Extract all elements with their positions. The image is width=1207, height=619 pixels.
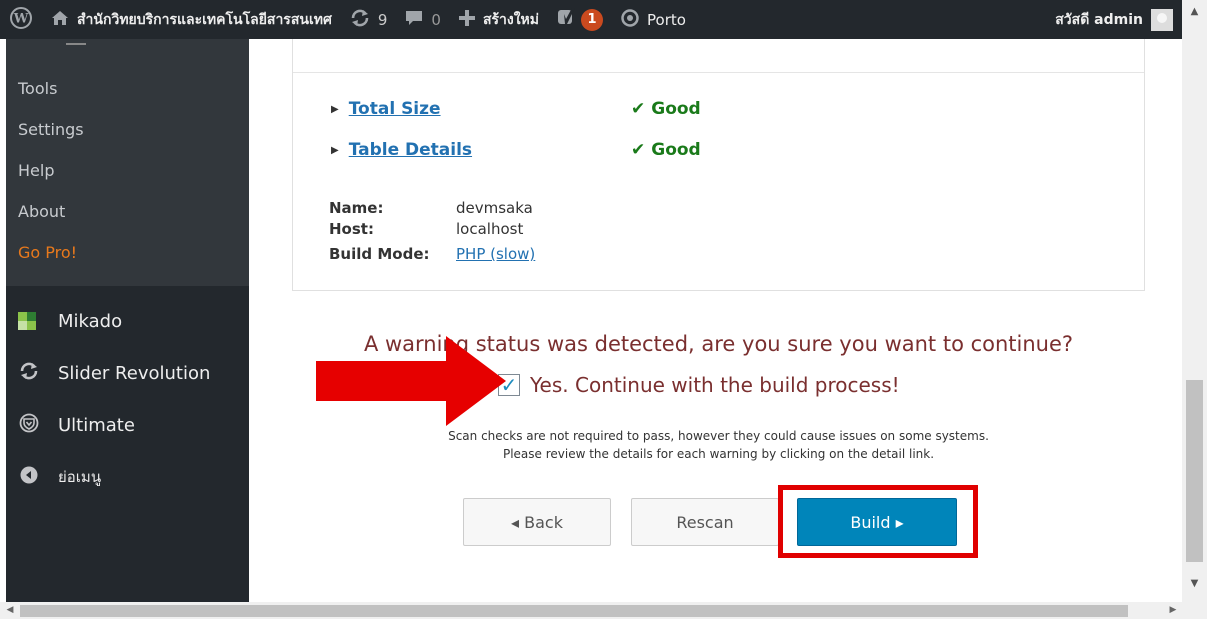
rescan-button[interactable]: Rescan <box>631 498 779 546</box>
menu-item-label: Mikado <box>58 310 123 332</box>
continue-confirmation[interactable]: ✓ Yes. Continue with the build process! <box>498 373 900 397</box>
expand-triangle-icon[interactable]: ▶ <box>331 104 339 115</box>
yoast-notification-badge: 1 <box>581 8 603 31</box>
scroll-right-icon[interactable]: ▶ <box>1164 602 1182 619</box>
annotation-arrow <box>316 336 506 430</box>
yoast-link[interactable]: 1 <box>548 0 612 39</box>
site-name-link[interactable]: สำนักวิทยบริการและเทคโนโลยีสารสนเทศ <box>42 0 341 39</box>
collapse-icon <box>18 466 40 489</box>
db-host-value: localhost <box>456 220 524 238</box>
refresh-icon <box>18 362 40 385</box>
vertical-scroll-thumb[interactable] <box>1186 380 1203 562</box>
check-status-text: Good <box>651 140 701 160</box>
scroll-up-icon[interactable]: ▲ <box>1182 6 1207 24</box>
menu-item-slider-revolution[interactable]: Slider Revolution <box>6 347 249 399</box>
db-name-row: Name: devmsaka <box>329 199 533 217</box>
yoast-icon <box>557 8 577 31</box>
collapse-menu-button[interactable]: ย่อเมนู <box>6 451 249 503</box>
circle-dot-icon <box>621 8 639 31</box>
scan-note-line: Please review the details for each warni… <box>502 447 935 461</box>
menu-item-label: ย่อเมนู <box>58 468 102 486</box>
updates-link[interactable]: 9 <box>341 0 397 39</box>
submenu-item-settings[interactable]: Settings <box>6 112 249 153</box>
horizontal-scrollbar[interactable]: ◀ ▶ <box>0 602 1182 619</box>
build-mode-row: Build Mode: PHP (slow) <box>329 245 535 263</box>
home-icon <box>51 10 69 30</box>
submenu-item-about[interactable]: About <box>6 194 249 235</box>
build-mode-link[interactable]: PHP (slow) <box>456 245 535 263</box>
check-status-text: Good <box>651 99 701 119</box>
admin-bar: W สำนักวิทยบริการและเทคโนโลยีสารสนเทศ 9 … <box>0 0 1182 39</box>
back-button[interactable]: ◂ Back <box>463 498 611 546</box>
comments-count: 0 <box>431 10 441 29</box>
checkmark-icon: ✔ <box>631 99 646 119</box>
build-button[interactable]: Build ▸ <box>797 498 957 546</box>
plus-icon <box>458 9 475 30</box>
account-menu[interactable]: สวัสดี admin <box>1046 0 1182 39</box>
check-status: ✔ Good <box>631 99 701 119</box>
shield-icon <box>18 413 40 438</box>
check-row-total-size: ▶ Total Size ✔ Good <box>331 99 701 119</box>
submenu-item-help[interactable]: Help <box>6 153 249 194</box>
comment-icon <box>405 10 423 30</box>
submenu-cutoff-item <box>66 39 86 45</box>
scan-results-panel: ▶ Total Size ✔ Good ▶ Table Details ✔ Good… <box>292 39 1145 291</box>
build-mode-label: Build Mode: <box>329 245 430 263</box>
greeting: สวัสดี admin <box>1055 11 1143 28</box>
db-name-value: devmsaka <box>456 199 533 217</box>
menu-item-label: Slider Revolution <box>58 362 211 384</box>
menu-item-ultimate[interactable]: Ultimate <box>6 399 249 451</box>
db-name-label: Name: <box>329 199 384 217</box>
check-status: ✔ Good <box>631 140 701 160</box>
db-host-label: Host: <box>329 220 374 238</box>
check-row-table-details: ▶ Table Details ✔ Good <box>331 140 701 160</box>
scan-note: Scan checks are not required to pass, ho… <box>292 427 1145 463</box>
svg-text:W: W <box>13 11 29 26</box>
db-host-row: Host: localhost <box>329 220 523 238</box>
new-content-label: สร้างใหม่ <box>482 11 539 28</box>
comments-link[interactable]: 0 <box>396 0 450 39</box>
avatar <box>1151 8 1173 31</box>
continue-checkbox-label[interactable]: Yes. Continue with the build process! <box>530 373 900 397</box>
mikado-icon <box>18 312 36 330</box>
new-content-link[interactable]: สร้างใหม่ <box>450 0 548 39</box>
scrollbar-corner <box>1182 602 1207 619</box>
submenu: Tools Settings Help About Go Pro! <box>6 39 249 286</box>
menu-item-label: Ultimate <box>58 414 135 436</box>
wordpress-logo-button[interactable]: W <box>0 0 42 39</box>
wordpress-logo-icon: W <box>10 6 32 33</box>
scroll-down-icon[interactable]: ▼ <box>1182 578 1207 596</box>
admin-sidebar: Tools Settings Help About Go Pro! Mikado… <box>6 39 249 602</box>
checkmark-icon: ✔ <box>631 140 646 160</box>
site-name: สำนักวิทยบริการและเทคโนโลยีสารสนเทศ <box>77 11 332 28</box>
menu-item-mikado[interactable]: Mikado <box>6 295 249 347</box>
horizontal-scroll-thumb[interactable] <box>20 605 1128 617</box>
submenu-item-tools[interactable]: Tools <box>6 71 249 112</box>
check-link-table-details[interactable]: Table Details <box>349 140 472 160</box>
check-link-total-size[interactable]: Total Size <box>349 99 441 119</box>
updates-count: 9 <box>377 10 388 29</box>
theme-link[interactable]: Porto <box>612 0 695 39</box>
submenu-item-go-pro[interactable]: Go Pro! <box>6 235 249 276</box>
panel-divider <box>293 72 1144 73</box>
scroll-left-icon[interactable]: ◀ <box>1 602 19 619</box>
expand-triangle-icon[interactable]: ▶ <box>331 145 339 156</box>
theme-label: Porto <box>647 10 686 29</box>
main-menu: Mikado Slider Revolution Ultimate ย่อเมน… <box>6 295 249 503</box>
vertical-scrollbar[interactable]: ▲ ▼ <box>1182 0 1207 602</box>
refresh-icon <box>350 9 370 31</box>
